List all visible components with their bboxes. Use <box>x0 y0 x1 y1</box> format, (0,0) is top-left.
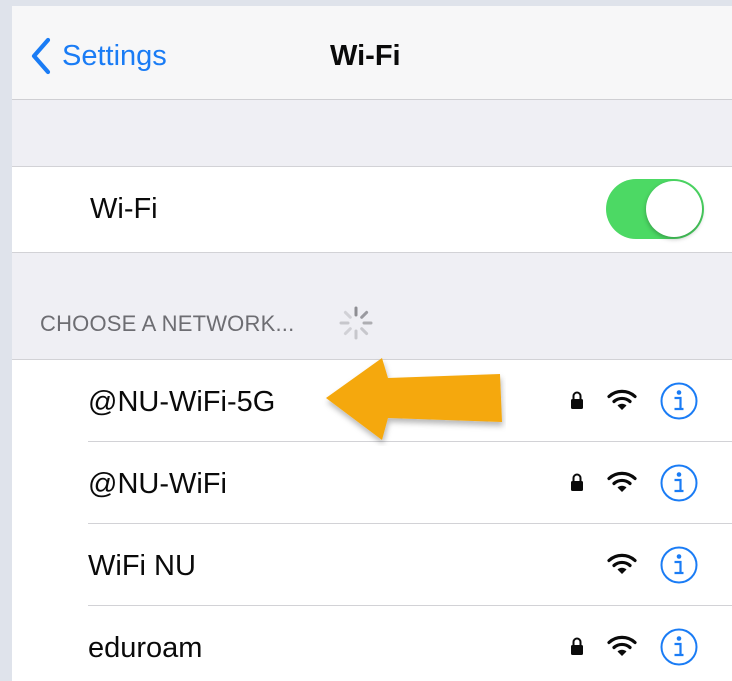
settings-screen: Settings Wi-Fi Wi-Fi CHOOSE A NETWORK... <box>0 0 732 681</box>
wifi-toggle-switch[interactable] <box>606 179 704 239</box>
info-icon[interactable] <box>660 628 698 666</box>
wifi-toggle-label: Wi-Fi <box>90 193 158 225</box>
info-icon[interactable] <box>660 382 698 420</box>
network-name: @NU-WiFi <box>88 468 227 500</box>
wifi-signal-icon <box>607 635 637 656</box>
network-row[interactable]: eduroam <box>12 606 732 681</box>
wifi-signal-icon <box>607 389 637 410</box>
page-title: Wi-Fi <box>330 40 401 72</box>
lock-icon <box>571 473 583 491</box>
back-button[interactable]: Settings <box>30 34 167 78</box>
network-name: @NU-WiFi-5G <box>88 386 276 418</box>
activity-spinner-icon <box>339 306 373 340</box>
wifi-signal-icon <box>607 471 637 492</box>
info-icon[interactable] <box>660 546 698 584</box>
lock-icon <box>571 391 583 409</box>
wifi-signal-icon <box>607 553 637 574</box>
toggle-knob <box>646 181 702 237</box>
choose-network-header: CHOOSE A NETWORK... <box>40 311 295 336</box>
network-row[interactable]: WiFi NU <box>12 524 732 606</box>
info-icon[interactable] <box>660 464 698 502</box>
network-name: WiFi NU <box>88 550 196 582</box>
section-spacer <box>12 100 732 167</box>
lock-icon <box>571 637 583 655</box>
wifi-toggle-row: Wi-Fi <box>12 167 732 253</box>
annotation-arrow-icon <box>326 358 502 440</box>
network-name: eduroam <box>88 632 203 664</box>
navigation-bar: Settings Wi-Fi <box>12 6 732 100</box>
back-button-label: Settings <box>62 40 167 72</box>
screenshot-border-left <box>0 0 12 681</box>
networks-section-header: CHOOSE A NETWORK... <box>12 253 732 360</box>
network-row[interactable]: @NU-WiFi <box>12 442 732 524</box>
chevron-left-icon <box>31 37 51 75</box>
